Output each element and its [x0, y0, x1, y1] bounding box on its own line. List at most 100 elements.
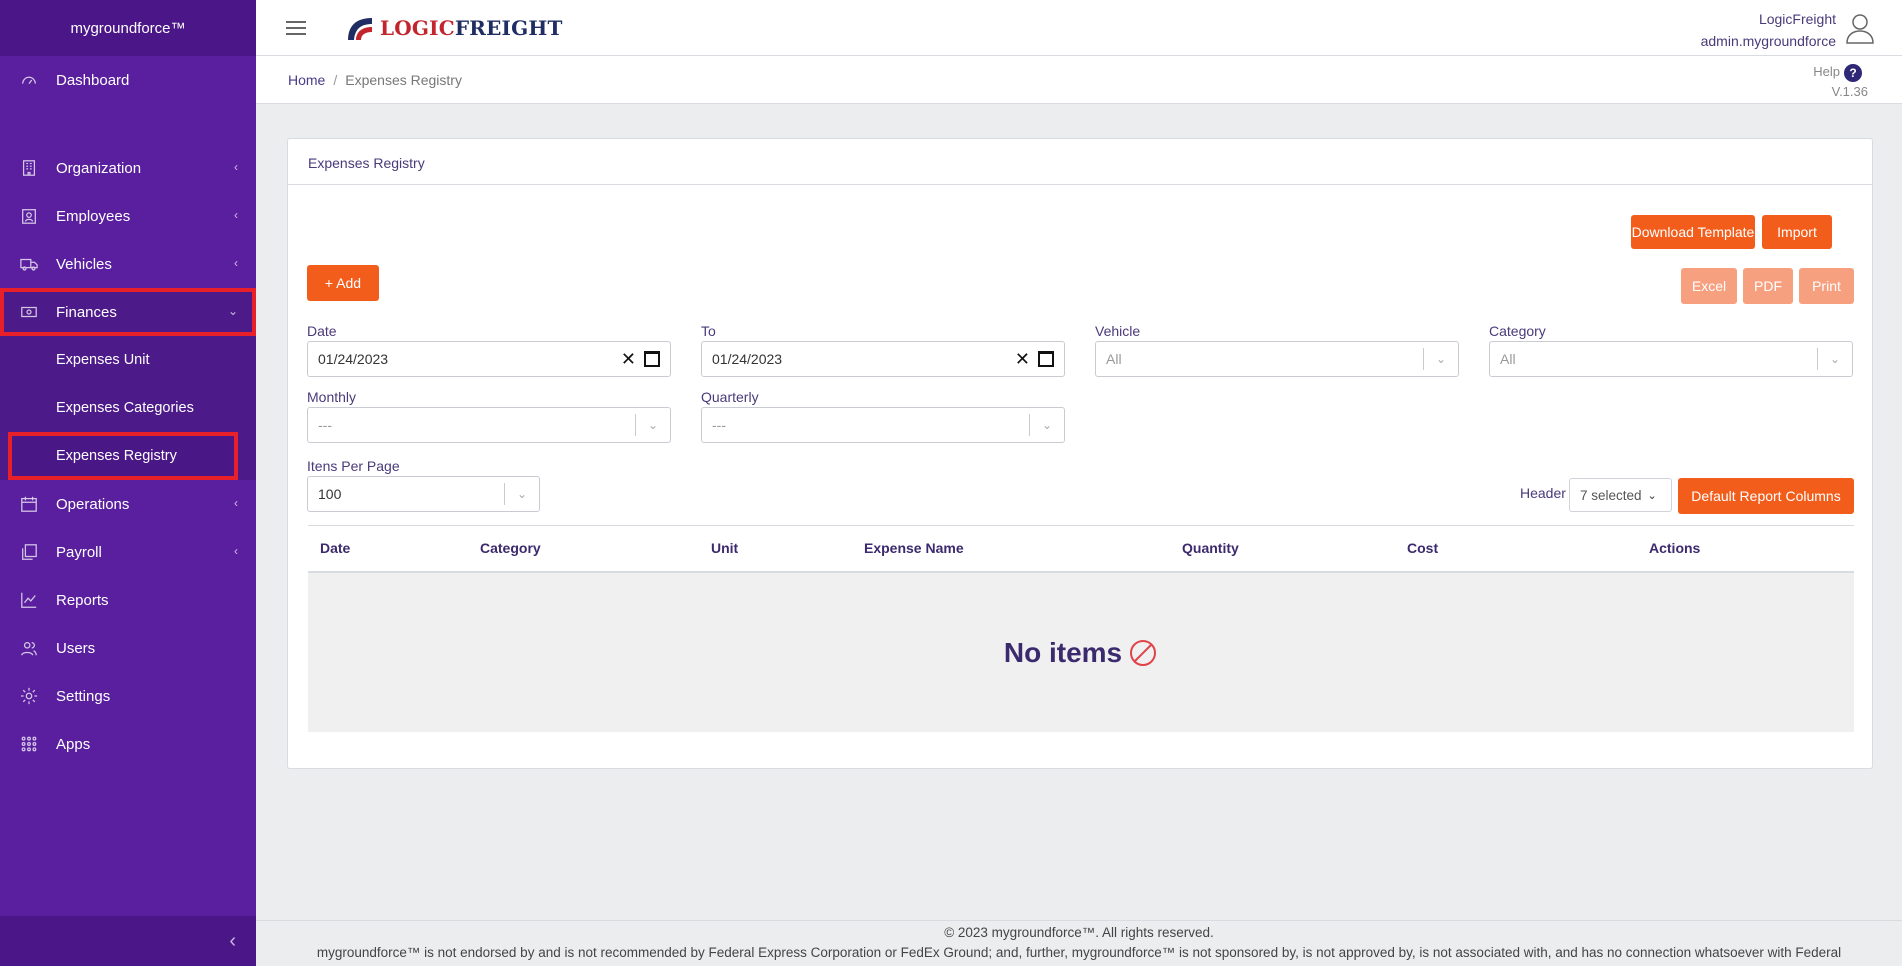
breadcrumb-current: Expenses Registry	[345, 72, 462, 88]
default-report-columns-button[interactable]: Default Report Columns	[1678, 478, 1854, 514]
column-header-date[interactable]: Date	[320, 540, 350, 556]
sidebar-subitem-expenses-registry[interactable]: Expenses Registry	[8, 432, 238, 480]
category-label: Category	[1489, 323, 1546, 339]
sidebar-item-settings[interactable]: Settings	[0, 672, 256, 720]
sidebar-item-reports[interactable]: Reports	[0, 576, 256, 624]
nav-spacer	[0, 104, 256, 144]
to-date-field[interactable]: 01/24/2023 ✕	[701, 341, 1065, 377]
sidebar-item-label: Finances	[56, 303, 117, 321]
add-button[interactable]: + Add	[307, 265, 379, 301]
sidebar-item-employees[interactable]: Employees ‹	[0, 192, 256, 240]
hamburger-menu-icon[interactable]	[286, 20, 306, 35]
pdf-button[interactable]: PDF	[1743, 268, 1793, 304]
empty-state: No items	[308, 573, 1854, 732]
sidebar-item-apps[interactable]: Apps	[0, 720, 256, 768]
column-header-quantity[interactable]: Quantity	[1182, 540, 1239, 556]
items-per-page-label: Itens Per Page	[307, 458, 400, 474]
column-header-category[interactable]: Category	[480, 540, 541, 556]
sidebar-subitem-expenses-unit[interactable]: Expenses Unit	[0, 336, 256, 384]
to-date-value: 01/24/2023	[712, 351, 783, 367]
chevron-down-icon: ⌄	[516, 487, 528, 501]
sidebar-nav: Dashboard Organization ‹ Employees ‹ Veh…	[0, 56, 256, 768]
sidebar-item-payroll[interactable]: Payroll ‹	[0, 528, 256, 576]
quarterly-select[interactable]: --- ⌄	[701, 407, 1065, 443]
contact-icon	[20, 207, 38, 225]
category-value: All	[1500, 351, 1516, 367]
quarterly-label: Quarterly	[701, 389, 759, 405]
column-header-cost[interactable]: Cost	[1407, 540, 1438, 556]
finances-submenu: Expenses Unit Expenses Categories Expens…	[0, 336, 256, 480]
sidebar-item-label: Users	[56, 639, 96, 657]
excel-button[interactable]: Excel	[1681, 268, 1737, 304]
expenses-registry-card: Expenses Registry Download Template Impo…	[287, 138, 1873, 769]
sidebar-subitem-expenses-categories[interactable]: Expenses Categories	[0, 384, 256, 432]
footer: © 2023 mygroundforce™. All rights reserv…	[256, 920, 1902, 966]
to-label: To	[701, 323, 716, 339]
monthly-label: Monthly	[307, 389, 357, 405]
prohibited-icon	[1130, 639, 1157, 666]
sidebar-item-users[interactable]: Users	[0, 624, 256, 672]
clear-icon[interactable]: ✕	[1015, 349, 1030, 370]
card-title: Expenses Registry	[288, 139, 1872, 185]
column-header-unit[interactable]: Unit	[711, 540, 738, 556]
sidebar-item-label: Operations	[56, 495, 130, 513]
sidebar-item-dashboard[interactable]: Dashboard	[0, 56, 256, 104]
help-area: Help? V.1.36	[1813, 62, 1868, 102]
sidebar-item-label: Apps	[56, 735, 91, 753]
breadcrumb-separator: /	[333, 72, 338, 88]
import-button[interactable]: Import	[1762, 215, 1832, 249]
vehicle-label: Vehicle	[1095, 323, 1141, 339]
sidebar-collapse-button[interactable]: ‹	[0, 916, 256, 966]
download-template-button[interactable]: Download Template	[1631, 215, 1755, 249]
gear-icon	[20, 687, 38, 705]
date-field[interactable]: 01/24/2023 ✕	[307, 341, 671, 377]
header-columns-select[interactable]: 7 selected ⌄	[1569, 478, 1672, 512]
breadcrumb-home-link[interactable]: Home	[288, 72, 325, 88]
items-per-page-select[interactable]: 100 ⌄	[307, 476, 540, 512]
sidebar: mygroundforce™ Dashboard Organization ‹ …	[0, 0, 256, 966]
breadcrumb: Home / Expenses Registry	[288, 72, 462, 88]
chevron-left-icon: ‹	[234, 160, 238, 174]
sidebar-item-organization[interactable]: Organization ‹	[0, 144, 256, 192]
clear-icon[interactable]: ✕	[621, 349, 636, 370]
top-header: LOGICFREIGHT LogicFreight admin.myground…	[256, 0, 1902, 56]
sidebar-item-vehicles[interactable]: Vehicles ‹	[0, 240, 256, 288]
logo-text: LOGICFREIGHT	[380, 15, 563, 40]
money-icon	[20, 303, 38, 321]
chevron-left-icon: ‹	[229, 929, 236, 952]
sidebar-item-finances[interactable]: Finances ⌄	[0, 288, 256, 336]
date-label: Date	[307, 323, 337, 339]
monthly-select[interactable]: --- ⌄	[307, 407, 671, 443]
chevron-down-icon: ⌄	[1647, 489, 1657, 502]
company-name: LogicFreight	[1758, 11, 1836, 27]
user-avatar-icon[interactable]	[1844, 11, 1876, 49]
chevron-left-icon: ‹	[234, 496, 238, 510]
chevron-down-icon: ⌄	[227, 304, 238, 318]
header-label: Header	[1520, 485, 1566, 501]
grid-icon	[20, 735, 38, 753]
speedometer-icon	[20, 71, 38, 89]
header-columns-value: 7 selected	[1580, 487, 1642, 503]
vehicle-select[interactable]: All ⌄	[1095, 341, 1459, 377]
print-button[interactable]: Print	[1799, 268, 1854, 304]
chevron-left-icon: ‹	[234, 544, 238, 558]
calendar-icon[interactable]	[644, 351, 660, 367]
copy-icon	[20, 543, 38, 561]
sidebar-item-label: Dashboard	[56, 71, 130, 89]
question-icon: ?	[1844, 63, 1862, 82]
vehicle-value: All	[1106, 351, 1122, 367]
calendar-icon[interactable]	[1038, 351, 1054, 367]
chevron-down-icon: ⌄	[1041, 418, 1053, 432]
footer-copyright: © 2023 mygroundforce™. All rights reserv…	[944, 925, 1214, 940]
column-header-actions: Actions	[1649, 540, 1701, 556]
chevron-down-icon: ⌄	[647, 418, 659, 432]
category-select[interactable]: All ⌄	[1489, 341, 1853, 377]
sidebar-item-operations[interactable]: Operations ‹	[0, 480, 256, 528]
people-icon	[20, 639, 38, 657]
column-header-expense-name[interactable]: Expense Name	[864, 540, 964, 556]
user-menu[interactable]: LogicFreight admin.mygroundforce	[1701, 8, 1876, 52]
help-link[interactable]: Help?	[1813, 62, 1862, 82]
logo-mark-icon	[348, 17, 372, 40]
truck-icon	[20, 255, 38, 273]
sidebar-item-label: Settings	[56, 687, 111, 705]
